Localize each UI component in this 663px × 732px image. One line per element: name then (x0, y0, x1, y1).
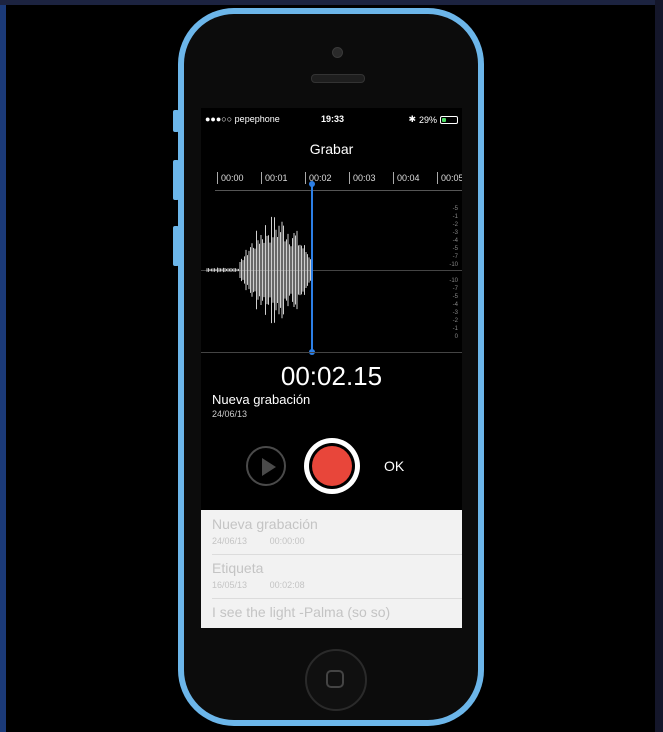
battery-fill (442, 117, 446, 122)
recording-name[interactable]: Nueva grabación (212, 392, 310, 407)
mute-switch (173, 110, 179, 132)
db-label: -3 (452, 310, 458, 316)
db-label: -4 (452, 302, 458, 308)
playhead[interactable] (309, 181, 315, 355)
record-button[interactable] (304, 438, 360, 494)
battery-icon (440, 115, 458, 124)
db-label: -7 (452, 286, 458, 292)
db-label: -1 (452, 326, 458, 332)
waveform (206, 216, 311, 324)
db-label: -5 (452, 206, 458, 212)
home-square-icon (326, 670, 344, 688)
db-label: -7 (452, 254, 458, 260)
volume-down-button (173, 226, 179, 266)
db-label: -3 (452, 230, 458, 236)
timeline-tick: 00:01 (261, 172, 288, 184)
status-time: 19:33 (321, 114, 345, 124)
list-item-meta: 24/06/13 00:00:00 (212, 536, 325, 546)
play-button[interactable] (246, 446, 286, 486)
record-button-ring (309, 443, 355, 489)
waveform-bottom-divider (201, 352, 462, 353)
db-label: -10 (449, 278, 458, 284)
bluetooth-icon: ✱ (408, 114, 416, 124)
recording-date: 24/06/13 (212, 409, 248, 419)
carrier-label: ●●●○○ pepephone (205, 114, 280, 124)
battery-percent: 29% (418, 114, 437, 125)
waveform-area[interactable]: -5 -1 -2 -3 -4 -5 -7 -10 -10 -7 -5 -4 -3… (201, 181, 462, 355)
db-label: -5 (452, 294, 458, 300)
db-label: -10 (449, 262, 458, 268)
list-item-duration: 00:00:00 (269, 536, 305, 546)
voice-memos-screen: ●●●○○ pepephone 19:33 ✱ 29% Grabar 00:00… (201, 108, 462, 628)
timeline-tick: 00:03 (349, 172, 376, 184)
db-label: -2 (452, 318, 458, 324)
background-right-edge (655, 0, 663, 732)
front-camera (332, 47, 343, 58)
list-item-duration: 00:02:08 (269, 580, 305, 590)
background-top-edge (0, 0, 663, 5)
list-item-date: 16/05/13 (212, 580, 248, 590)
timeline-tick: 00:05 (437, 172, 462, 184)
playhead-handle-top[interactable] (309, 181, 315, 187)
volume-up-button (173, 160, 179, 200)
list-item-title: Etiqueta (212, 560, 264, 576)
timeline-tick: 00:00 (217, 172, 244, 184)
db-label: -5 (452, 246, 458, 252)
earpiece-speaker (311, 74, 365, 83)
play-icon (262, 458, 276, 476)
status-bar: ●●●○○ pepephone 19:33 ✱ 29% (201, 114, 462, 126)
db-label: -4 (452, 238, 458, 244)
db-label: -2 (452, 222, 458, 228)
timeline-tick: 00:04 (393, 172, 420, 184)
list-item-title: Nueva grabación (212, 516, 318, 532)
list-item-meta: 16/05/13 00:02:08 (212, 580, 325, 590)
timeline-ruler[interactable]: 00:00 00:01 00:02 00:03 00:04 00:05 (215, 170, 462, 191)
list-item-title: I see the light -Palma (so so) (212, 604, 391, 620)
recordings-list[interactable]: Nueva grabación 24/06/13 00:00:00 Etique… (201, 510, 462, 628)
list-item[interactable]: I see the light -Palma (so so) (212, 598, 462, 628)
elapsed-timer: 00:02.15 (280, 361, 383, 391)
record-icon (312, 446, 352, 486)
list-item[interactable]: Nueva grabación 24/06/13 00:00:00 (212, 510, 462, 555)
list-item-date: 24/06/13 (212, 536, 248, 546)
ok-button[interactable]: OK (384, 458, 404, 474)
db-label: 0 (454, 334, 458, 340)
background-left-edge (0, 0, 6, 732)
status-right: ✱ 29% (408, 114, 458, 125)
home-button[interactable] (305, 649, 367, 711)
list-item[interactable]: Etiqueta 16/05/13 00:02:08 (212, 554, 462, 599)
page-title: Grabar (309, 141, 354, 157)
db-label: -1 (452, 214, 458, 220)
